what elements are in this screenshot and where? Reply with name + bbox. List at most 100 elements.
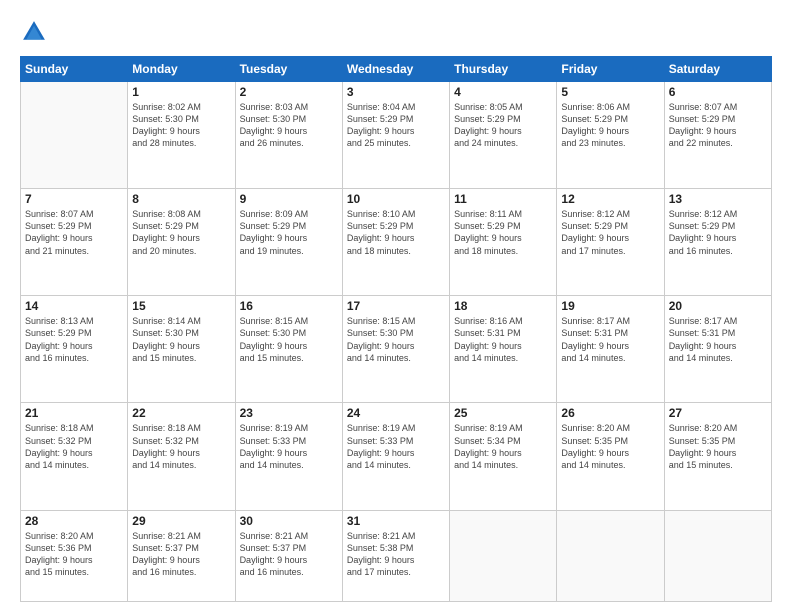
calendar-cell: 17Sunrise: 8:15 AM Sunset: 5:30 PM Dayli… <box>342 296 449 403</box>
day-number: 4 <box>454 85 552 99</box>
weekday-header-monday: Monday <box>128 57 235 82</box>
day-info: Sunrise: 8:21 AM Sunset: 5:38 PM Dayligh… <box>347 530 445 579</box>
calendar-cell: 19Sunrise: 8:17 AM Sunset: 5:31 PM Dayli… <box>557 296 664 403</box>
calendar-week-row: 7 Sunrise: 8:07 AM Sunset: 5:29 PM Daylig… <box>21 189 772 296</box>
calendar-cell: 29 Sunrise: 8:21 AM Sunset: 5:37 PM Dayli… <box>128 510 235 601</box>
day-number: 10 <box>347 192 445 206</box>
calendar-cell: 18 Sunrise: 8:16 AM Sunset: 5:31 PM Dayli… <box>450 296 557 403</box>
weekday-header-friday: Friday <box>557 57 664 82</box>
calendar-cell <box>664 510 771 601</box>
calendar-cell: 25 Sunrise: 8:19 AM Sunset: 5:34 PM Dayli… <box>450 403 557 510</box>
day-info: Sunrise: 8:09 AM Sunset: 5:29 PM Dayligh… <box>240 208 338 257</box>
day-number: 25 <box>454 406 552 420</box>
day-number: 26 <box>561 406 659 420</box>
day-number: 1 <box>132 85 230 99</box>
day-number: 23 <box>240 406 338 420</box>
day-info: Sunrise: 8:19 AM Sunset: 5:33 PM Dayligh… <box>347 422 445 471</box>
calendar-cell <box>450 510 557 601</box>
calendar-cell: 20 Sunrise: 8:17 AM Sunset: 5:31 PM Dayli… <box>664 296 771 403</box>
day-number: 15 <box>132 299 230 313</box>
day-number: 3 <box>347 85 445 99</box>
page: SundayMondayTuesdayWednesdayThursdayFrid… <box>0 0 792 612</box>
calendar-week-row: 1 Sunrise: 8:02 AM Sunset: 5:30 PM Daylig… <box>21 82 772 189</box>
day-info: Sunrise: 8:11 AM Sunset: 5:29 PM Dayligh… <box>454 208 552 257</box>
day-info: Sunrise: 8:10 AM Sunset: 5:29 PM Dayligh… <box>347 208 445 257</box>
day-info: Sunrise: 8:19 AM Sunset: 5:34 PM Dayligh… <box>454 422 552 471</box>
day-number: 13 <box>669 192 767 206</box>
calendar-cell: 2Sunrise: 8:03 AM Sunset: 5:30 PM Daylig… <box>235 82 342 189</box>
day-number: 12 <box>561 192 659 206</box>
calendar-cell: 30 Sunrise: 8:21 AM Sunset: 5:37 PM Dayli… <box>235 510 342 601</box>
day-number: 31 <box>347 514 445 528</box>
day-number: 18 <box>454 299 552 313</box>
day-number: 21 <box>25 406 123 420</box>
calendar-cell: 7 Sunrise: 8:07 AM Sunset: 5:29 PM Daylig… <box>21 189 128 296</box>
day-number: 20 <box>669 299 767 313</box>
day-info: Sunrise: 8:17 AM Sunset: 5:31 PM Dayligh… <box>669 315 767 364</box>
calendar-cell: 13 Sunrise: 8:12 AM Sunset: 5:29 PM Dayli… <box>664 189 771 296</box>
calendar-cell: 14 Sunrise: 8:13 AM Sunset: 5:29 PM Dayli… <box>21 296 128 403</box>
calendar-week-row: 28 Sunrise: 8:20 AM Sunset: 5:36 PM Dayli… <box>21 510 772 601</box>
calendar-cell: 22 Sunrise: 8:18 AM Sunset: 5:32 PM Dayli… <box>128 403 235 510</box>
calendar-cell: 5Sunrise: 8:06 AM Sunset: 5:29 PM Daylig… <box>557 82 664 189</box>
calendar-table: SundayMondayTuesdayWednesdayThursdayFrid… <box>20 56 772 602</box>
day-info: Sunrise: 8:14 AM Sunset: 5:30 PM Dayligh… <box>132 315 230 364</box>
calendar-cell <box>21 82 128 189</box>
calendar-week-row: 21 Sunrise: 8:18 AM Sunset: 5:32 PM Dayli… <box>21 403 772 510</box>
calendar-cell: 6 Sunrise: 8:07 AM Sunset: 5:29 PM Daylig… <box>664 82 771 189</box>
weekday-header-wednesday: Wednesday <box>342 57 449 82</box>
day-number: 7 <box>25 192 123 206</box>
day-number: 29 <box>132 514 230 528</box>
calendar-cell: 11 Sunrise: 8:11 AM Sunset: 5:29 PM Dayli… <box>450 189 557 296</box>
calendar-cell: 26 Sunrise: 8:20 AM Sunset: 5:35 PM Dayli… <box>557 403 664 510</box>
calendar-cell: 8 Sunrise: 8:08 AM Sunset: 5:29 PM Daylig… <box>128 189 235 296</box>
day-info: Sunrise: 8:13 AM Sunset: 5:29 PM Dayligh… <box>25 315 123 364</box>
day-info: Sunrise: 8:21 AM Sunset: 5:37 PM Dayligh… <box>132 530 230 579</box>
day-info: Sunrise: 8:21 AM Sunset: 5:37 PM Dayligh… <box>240 530 338 579</box>
calendar-cell: 23Sunrise: 8:19 AM Sunset: 5:33 PM Dayli… <box>235 403 342 510</box>
day-info: Sunrise: 8:07 AM Sunset: 5:29 PM Dayligh… <box>669 101 767 150</box>
day-info: Sunrise: 8:20 AM Sunset: 5:36 PM Dayligh… <box>25 530 123 579</box>
calendar-cell: 16 Sunrise: 8:15 AM Sunset: 5:30 PM Dayli… <box>235 296 342 403</box>
day-number: 16 <box>240 299 338 313</box>
calendar-week-row: 14 Sunrise: 8:13 AM Sunset: 5:29 PM Dayli… <box>21 296 772 403</box>
day-info: Sunrise: 8:12 AM Sunset: 5:29 PM Dayligh… <box>561 208 659 257</box>
header <box>20 18 772 46</box>
day-info: Sunrise: 8:08 AM Sunset: 5:29 PM Dayligh… <box>132 208 230 257</box>
day-number: 11 <box>454 192 552 206</box>
day-info: Sunrise: 8:12 AM Sunset: 5:29 PM Dayligh… <box>669 208 767 257</box>
day-number: 8 <box>132 192 230 206</box>
day-number: 22 <box>132 406 230 420</box>
day-info: Sunrise: 8:03 AM Sunset: 5:30 PM Dayligh… <box>240 101 338 150</box>
day-number: 5 <box>561 85 659 99</box>
calendar-cell: 1 Sunrise: 8:02 AM Sunset: 5:30 PM Daylig… <box>128 82 235 189</box>
day-number: 9 <box>240 192 338 206</box>
day-number: 30 <box>240 514 338 528</box>
day-info: Sunrise: 8:20 AM Sunset: 5:35 PM Dayligh… <box>561 422 659 471</box>
calendar-cell: 28 Sunrise: 8:20 AM Sunset: 5:36 PM Dayli… <box>21 510 128 601</box>
day-number: 17 <box>347 299 445 313</box>
day-info: Sunrise: 8:04 AM Sunset: 5:29 PM Dayligh… <box>347 101 445 150</box>
day-number: 24 <box>347 406 445 420</box>
day-number: 28 <box>25 514 123 528</box>
day-info: Sunrise: 8:02 AM Sunset: 5:30 PM Dayligh… <box>132 101 230 150</box>
weekday-header-thursday: Thursday <box>450 57 557 82</box>
calendar-cell: 12 Sunrise: 8:12 AM Sunset: 5:29 PM Dayli… <box>557 189 664 296</box>
day-info: Sunrise: 8:15 AM Sunset: 5:30 PM Dayligh… <box>240 315 338 364</box>
day-info: Sunrise: 8:20 AM Sunset: 5:35 PM Dayligh… <box>669 422 767 471</box>
logo-icon <box>20 18 48 46</box>
weekday-header-sunday: Sunday <box>21 57 128 82</box>
calendar-cell: 21Sunrise: 8:18 AM Sunset: 5:32 PM Dayli… <box>21 403 128 510</box>
day-number: 27 <box>669 406 767 420</box>
day-info: Sunrise: 8:16 AM Sunset: 5:31 PM Dayligh… <box>454 315 552 364</box>
day-info: Sunrise: 8:18 AM Sunset: 5:32 PM Dayligh… <box>132 422 230 471</box>
day-number: 6 <box>669 85 767 99</box>
day-number: 14 <box>25 299 123 313</box>
logo <box>20 18 52 46</box>
calendar-cell: 3 Sunrise: 8:04 AM Sunset: 5:29 PM Daylig… <box>342 82 449 189</box>
calendar-cell: 15 Sunrise: 8:14 AM Sunset: 5:30 PM Dayli… <box>128 296 235 403</box>
calendar-cell: 10 Sunrise: 8:10 AM Sunset: 5:29 PM Dayli… <box>342 189 449 296</box>
day-info: Sunrise: 8:07 AM Sunset: 5:29 PM Dayligh… <box>25 208 123 257</box>
calendar-cell: 24 Sunrise: 8:19 AM Sunset: 5:33 PM Dayli… <box>342 403 449 510</box>
weekday-header-saturday: Saturday <box>664 57 771 82</box>
